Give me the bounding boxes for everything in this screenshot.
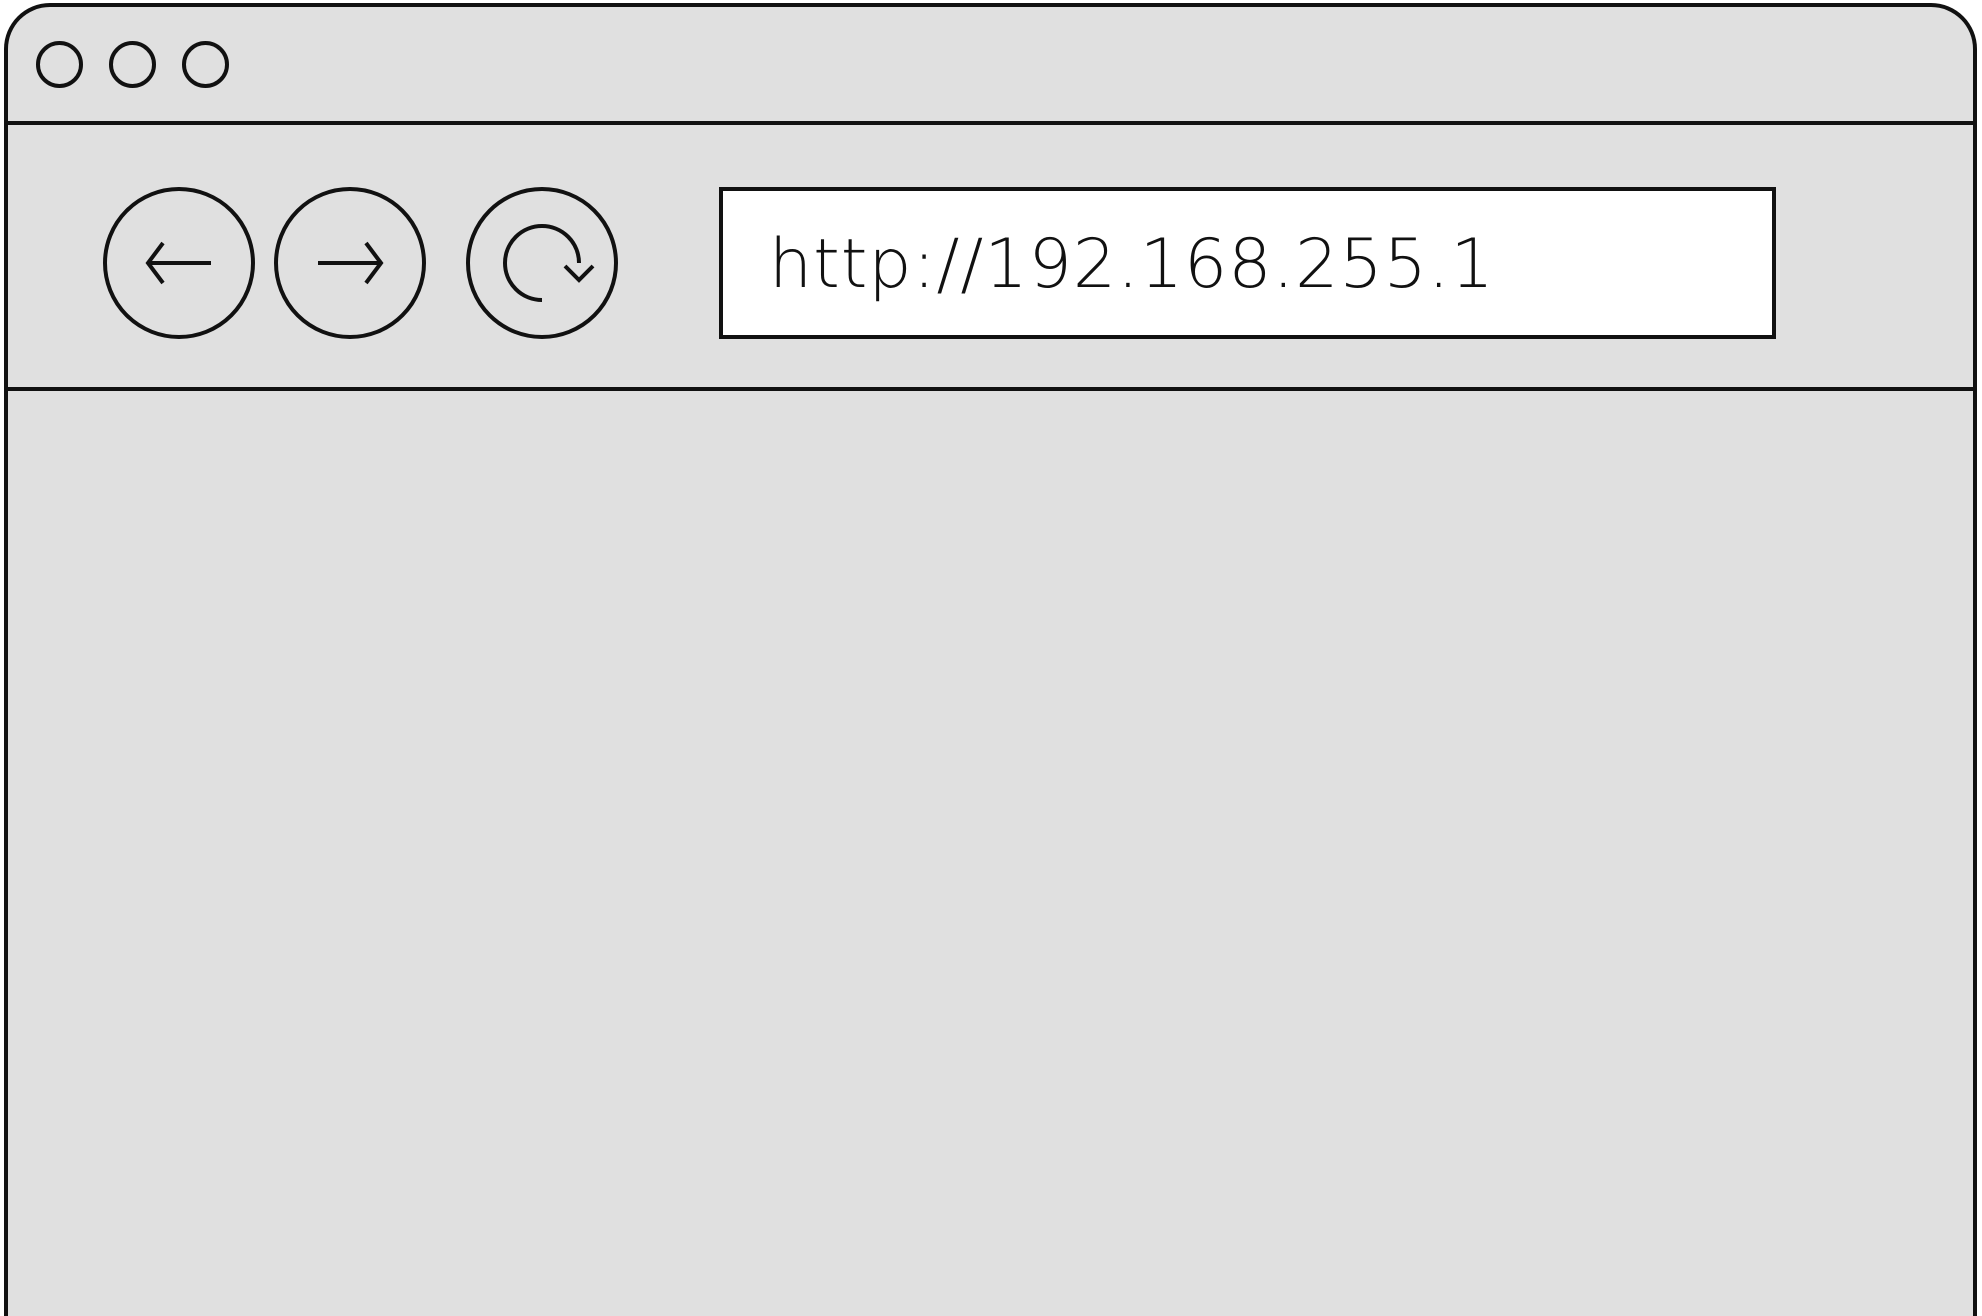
page-content-area — [8, 392, 1973, 1316]
browser-window: http://192.168.255.1 — [4, 3, 1977, 1316]
arrow-right-icon — [318, 241, 384, 285]
reload-icon — [503, 224, 595, 302]
address-bar[interactable]: http://192.168.255.1 — [719, 187, 1776, 339]
window-maximize-button[interactable] — [182, 41, 229, 88]
window-minimize-button[interactable] — [109, 41, 156, 88]
forward-button[interactable] — [274, 187, 426, 339]
window-close-button[interactable] — [36, 41, 83, 88]
reload-button[interactable] — [466, 187, 618, 339]
titlebar-divider — [8, 121, 1973, 125]
address-bar-url: http://192.168.255.1 — [769, 225, 1495, 304]
arrow-left-icon — [145, 241, 211, 285]
toolbar-divider — [8, 387, 1973, 391]
back-button[interactable] — [103, 187, 255, 339]
screen: http://192.168.255.1 — [0, 0, 1982, 1316]
